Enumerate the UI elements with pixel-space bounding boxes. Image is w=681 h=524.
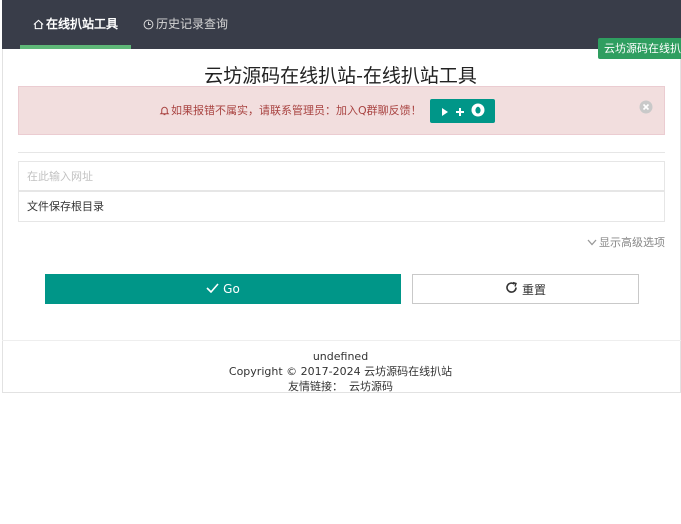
- tab-history[interactable]: 历史记录查询: [143, 0, 228, 49]
- save-dir-field[interactable]: 文件保存根目录: [18, 191, 665, 222]
- reset-label: 重置: [521, 282, 546, 297]
- tab-label: 在线扒站工具: [45, 17, 118, 31]
- join-qq-group-button[interactable]: [430, 99, 495, 123]
- close-alert-icon[interactable]: [639, 99, 653, 118]
- url-input[interactable]: [18, 161, 665, 191]
- page-title: 云坊源码在线扒站-在线扒站工具: [204, 65, 477, 87]
- go-label: Go: [223, 282, 240, 296]
- tab-online-scrape[interactable]: 在线扒站工具: [20, 0, 131, 49]
- qq-icon: [471, 102, 485, 121]
- advanced-options-toggle[interactable]: 显示高级选项: [587, 234, 665, 250]
- advanced-label: 显示高级选项: [599, 236, 665, 249]
- footer-line1: undefined: [312, 350, 369, 363]
- footer-divider: [2, 340, 681, 341]
- friend-link[interactable]: 云坊源码: [349, 380, 393, 393]
- footer-links: 友情链接： 云坊源码: [0, 379, 681, 394]
- play-icon: [441, 102, 449, 121]
- go-button[interactable]: Go: [45, 274, 401, 304]
- top-nav: 在线扒站工具 历史记录查询: [2, 0, 681, 49]
- divider: [18, 152, 665, 153]
- home-icon: [33, 2, 44, 51]
- site-tooltip: 云坊源码在线扒站: [598, 38, 681, 59]
- footer-copyright: Copyright © 2017-2024 云坊源码在线扒站: [228, 365, 453, 378]
- links-label: 友情链接：: [288, 380, 343, 393]
- alert-message: 如果报错不属实，请联系管理员：加入Q群聊反馈！: [159, 103, 422, 121]
- bell-icon: [159, 105, 170, 121]
- alert-banner: 如果报错不属实，请联系管理员：加入Q群聊反馈！: [18, 86, 665, 135]
- alert-text: 如果报错不属实，请联系管理员：加入Q群聊反馈！: [171, 104, 422, 117]
- tab-label: 历史记录查询: [156, 17, 229, 31]
- check-icon: [206, 282, 219, 296]
- clock-icon: [143, 2, 154, 51]
- plus-icon: [455, 102, 465, 121]
- reset-button[interactable]: 重置: [412, 274, 639, 304]
- chevron-down-icon: [587, 236, 597, 249]
- refresh-icon: [505, 281, 518, 297]
